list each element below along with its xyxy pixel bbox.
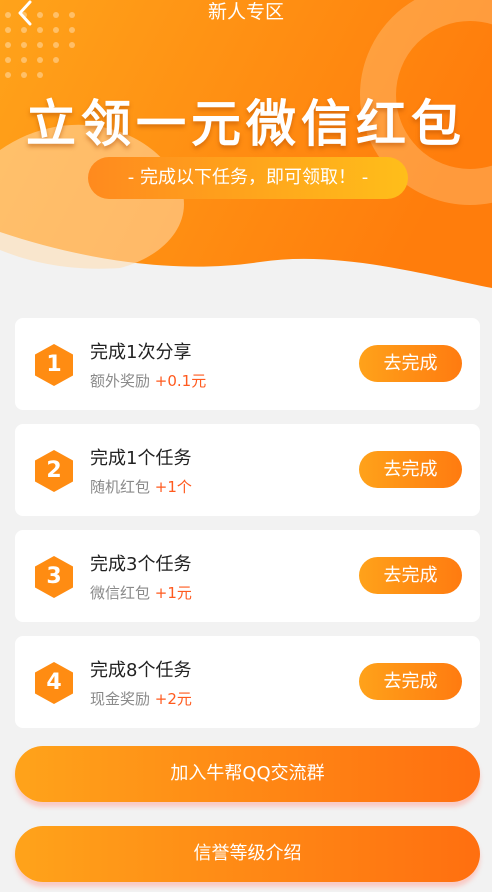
task-number: 3	[46, 564, 62, 589]
go-complete-button[interactable]: 去完成	[359, 345, 462, 382]
go-complete-button[interactable]: 去完成	[359, 663, 462, 700]
task-description: 现金奖励 +2元	[90, 688, 192, 709]
task-desc-label: 现金奖励	[90, 690, 151, 708]
credit-level-intro-button[interactable]: 信誉等级介绍	[15, 826, 480, 882]
task-card: 3 完成3个任务 微信红包 +1元 去完成	[15, 530, 480, 622]
task-desc-label: 随机红包	[90, 478, 151, 496]
task-desc-label: 微信红包	[90, 584, 151, 602]
task-card: 4 完成8个任务 现金奖励 +2元 去完成	[15, 636, 480, 728]
page-title: 新人专区	[207, 1, 284, 23]
task-description: 随机红包 +1个	[90, 476, 192, 497]
banner-headline: 立领一元微信红包	[26, 95, 466, 153]
task-number: 1	[46, 352, 62, 377]
hexagon-number-icon: 4	[33, 660, 75, 706]
go-complete-button[interactable]: 去完成	[359, 451, 462, 488]
task-reward: +2元	[154, 690, 192, 708]
task-title: 完成1次分享	[90, 342, 192, 363]
task-title: 完成1个任务	[90, 448, 192, 469]
task-title: 完成3个任务	[90, 554, 192, 575]
task-description: 微信红包 +1元	[90, 582, 192, 603]
task-reward: +0.1元	[154, 372, 207, 390]
task-title: 完成8个任务	[90, 660, 192, 681]
task-number: 2	[46, 458, 62, 483]
task-desc-label: 额外奖励	[90, 372, 151, 390]
task-reward: +1个	[154, 478, 192, 496]
hero-banner: 新人专区 立领一元微信红包 - 完成以下任务，即可领取！ -	[0, 0, 492, 300]
task-reward: +1元	[154, 584, 192, 602]
task-card: 2 完成1个任务 随机红包 +1个 去完成	[15, 424, 480, 516]
hexagon-number-icon: 3	[33, 554, 75, 600]
task-card: 1 完成1次分享 额外奖励 +0.1元 去完成	[15, 318, 480, 410]
join-qq-group-button[interactable]: 加入牛帮QQ交流群	[15, 746, 480, 802]
task-number: 4	[46, 670, 62, 695]
hexagon-number-icon: 2	[33, 448, 75, 494]
hexagon-number-icon: 1	[33, 342, 75, 388]
go-complete-button[interactable]: 去完成	[359, 557, 462, 594]
task-description: 额外奖励 +0.1元	[90, 370, 206, 391]
banner-subtitle: - 完成以下任务，即可领取！ -	[88, 157, 408, 199]
